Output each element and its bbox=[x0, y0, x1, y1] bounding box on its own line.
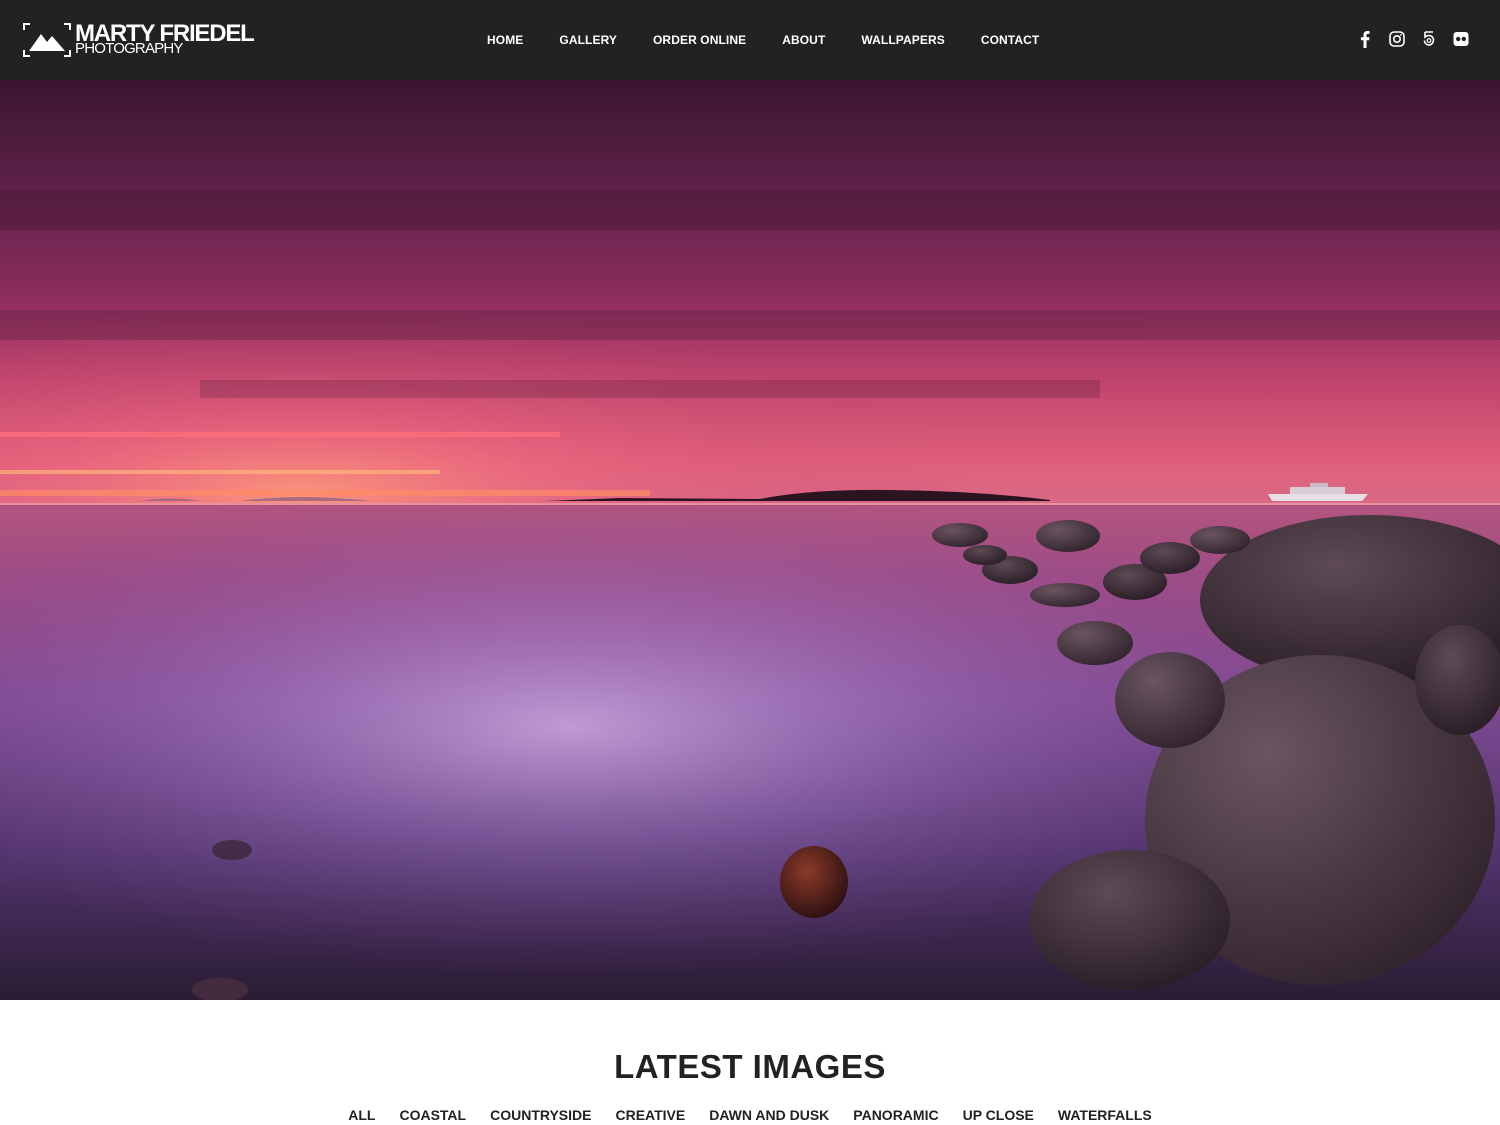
category-filters: ALL COASTAL COUNTRYSIDE CREATIVE DAWN AN… bbox=[0, 1107, 1500, 1123]
filter-countryside[interactable]: COUNTRYSIDE bbox=[478, 1107, 603, 1123]
mountain-logo-icon bbox=[23, 23, 71, 57]
filter-all[interactable]: ALL bbox=[336, 1107, 387, 1123]
nav-home[interactable]: HOME bbox=[469, 33, 541, 47]
filter-creative[interactable]: CREATIVE bbox=[603, 1107, 697, 1123]
nav-gallery[interactable]: GALLERY bbox=[541, 33, 635, 47]
hero-image bbox=[0, 80, 1500, 1000]
flickr-icon[interactable] bbox=[1452, 29, 1470, 49]
filter-panoramic[interactable]: PANORAMIC bbox=[841, 1107, 950, 1123]
site-logo[interactable]: MARTY FRIEDEL PHOTOGRAPHY bbox=[23, 22, 255, 59]
latest-images-heading: LATEST IMAGES bbox=[614, 1048, 886, 1085]
nav-wallpapers[interactable]: WALLPAPERS bbox=[843, 33, 962, 47]
nav-order-online[interactable]: ORDER ONLINE bbox=[635, 33, 764, 47]
nav-contact[interactable]: CONTACT bbox=[963, 33, 1057, 47]
500px-icon[interactable] bbox=[1420, 29, 1438, 49]
filter-dawn-and-dusk[interactable]: DAWN AND DUSK bbox=[697, 1107, 841, 1123]
filter-coastal[interactable]: COASTAL bbox=[387, 1107, 478, 1123]
filter-waterfalls[interactable]: WATERFALLS bbox=[1046, 1107, 1164, 1123]
social-links bbox=[1356, 29, 1470, 49]
instagram-icon[interactable] bbox=[1388, 29, 1406, 49]
nav-about[interactable]: ABOUT bbox=[764, 33, 843, 47]
facebook-icon[interactable] bbox=[1356, 29, 1374, 49]
site-header: MARTY FRIEDEL PHOTOGRAPHY HOME GALLERY O… bbox=[0, 0, 1500, 80]
main-nav: HOME GALLERY ORDER ONLINE ABOUT WALLPAPE… bbox=[469, 0, 1057, 80]
filter-up-close[interactable]: UP CLOSE bbox=[951, 1107, 1046, 1123]
brand-subtitle: PHOTOGRAPHY bbox=[75, 40, 183, 57]
